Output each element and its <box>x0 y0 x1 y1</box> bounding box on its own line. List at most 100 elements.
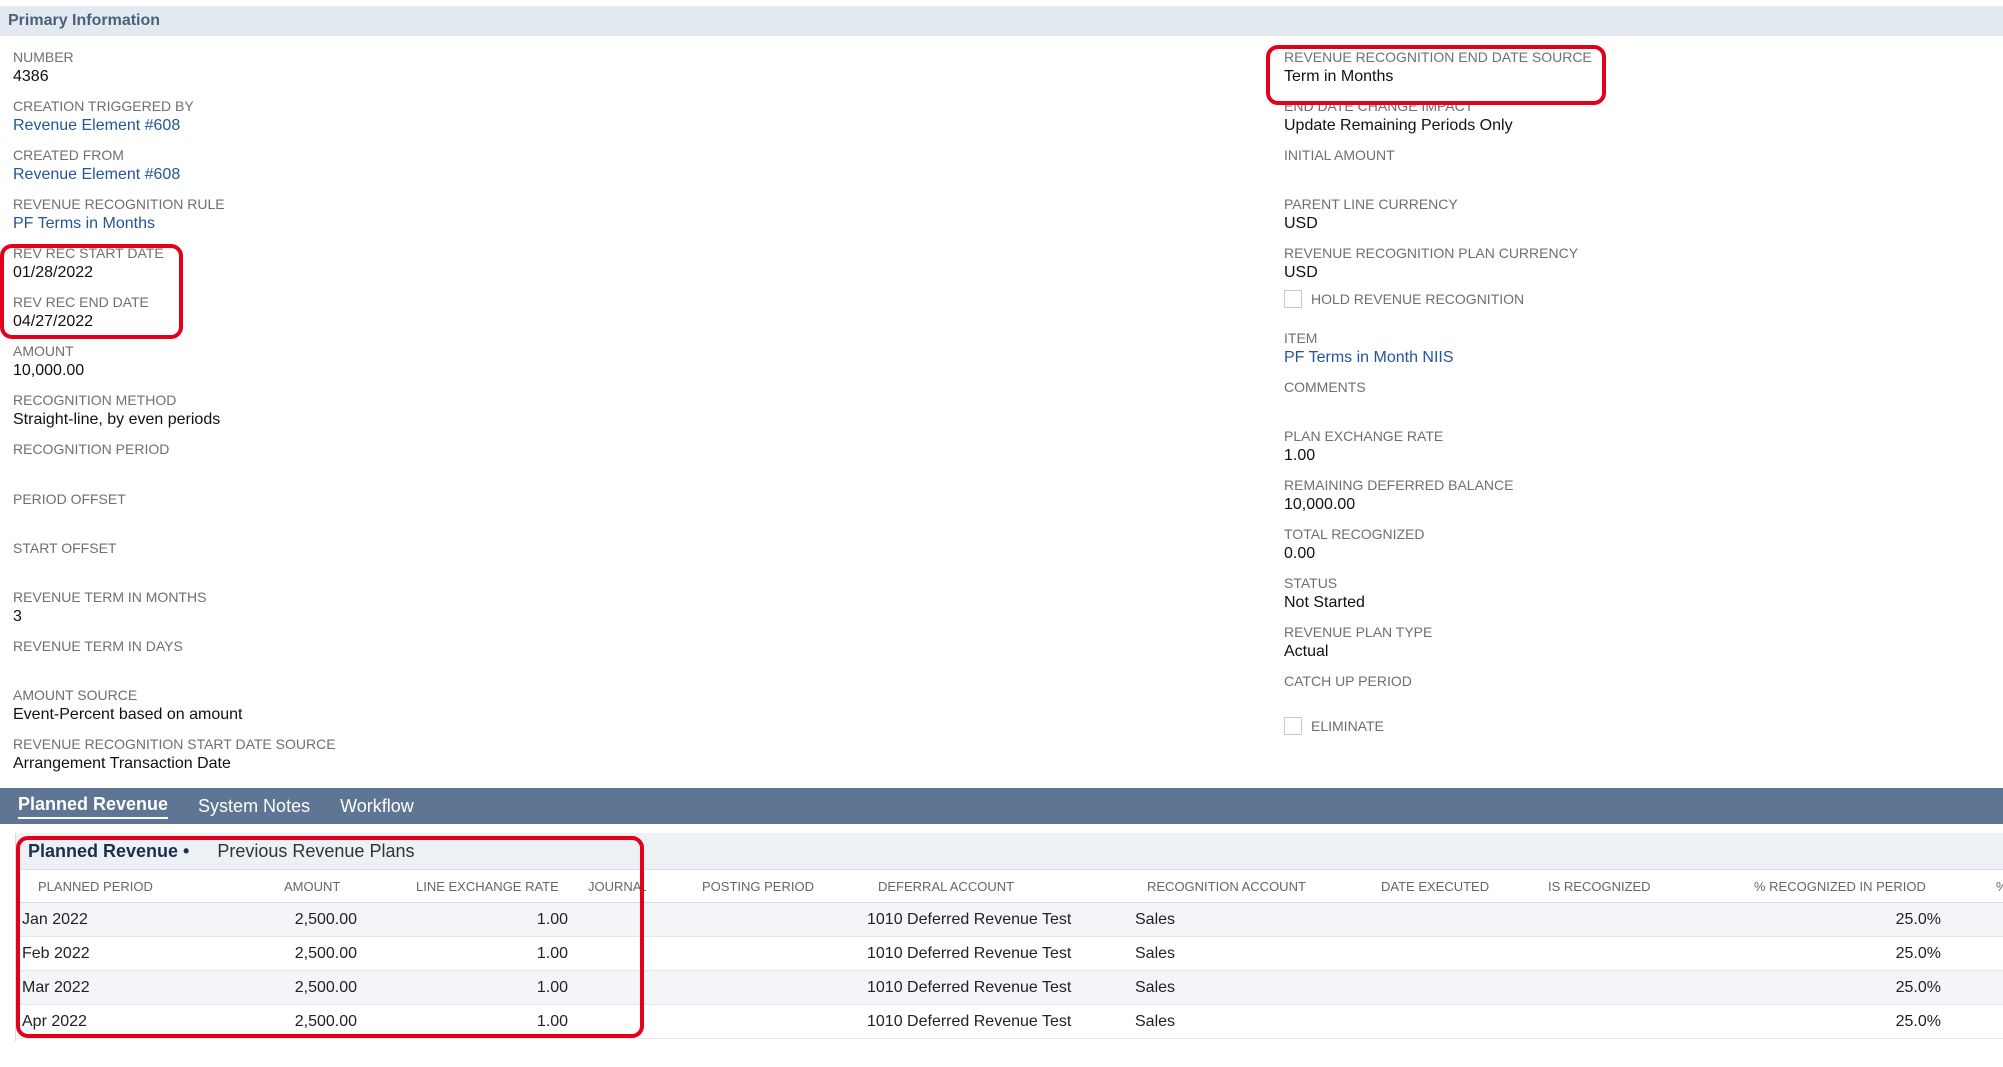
cell-date-executed <box>1381 937 1511 971</box>
field-start-offset: START OFFSET <box>13 539 116 557</box>
cell-percent-recognized: 25.0% <box>1895 911 1941 928</box>
field-value: Event-Percent based on amount <box>13 706 243 723</box>
column-header-deferral-account[interactable]: DEFERRAL ACCOUNT <box>878 870 1058 904</box>
field-amount: AMOUNT 10,000.00 <box>13 342 84 382</box>
cell-is-recognized <box>1548 1005 1678 1039</box>
field-value: Arrangement Transaction Date <box>13 755 231 772</box>
field-label: STATUS <box>1284 575 1338 591</box>
column-header-is-recognized[interactable]: IS RECOGNIZED <box>1548 870 1678 904</box>
cell-amount: 2,500.00 <box>294 1013 357 1030</box>
revenue-element-link[interactable]: Revenue Element #608 <box>13 164 180 186</box>
field-revenue-recognition-end-date-source: REVENUE RECOGNITION END DATE SOURCE Term… <box>1284 48 1592 88</box>
cell-percent <box>1996 937 2003 971</box>
cell-posting-period <box>702 903 842 937</box>
field-revenue-plan-type: REVENUE PLAN TYPE Actual <box>1284 623 1432 663</box>
column-header-date-executed[interactable]: DATE EXECUTED <box>1381 870 1511 904</box>
hold-revenue-recognition-checkbox-row: HOLD REVENUE RECOGNITION <box>1284 290 1524 308</box>
field-label: REVENUE TERM IN MONTHS <box>13 589 207 605</box>
field-status: STATUS Not Started <box>1284 574 1365 614</box>
cell-is-recognized <box>1548 937 1678 971</box>
field-end-date-change-impact: END DATE CHANGE IMPACT Update Remaining … <box>1284 97 1513 137</box>
field-label: CATCH UP PERIOD <box>1284 673 1412 689</box>
field-revenue-recognition-rule: REVENUE RECOGNITION RULE PF Terms in Mon… <box>13 195 225 235</box>
recognition-account-link[interactable]: Sales <box>1135 971 1235 1005</box>
field-value: 01/28/2022 <box>13 264 94 281</box>
field-comments: COMMENTS <box>1284 378 1366 396</box>
tab-planned-revenue[interactable]: Planned Revenue <box>18 794 169 819</box>
field-value: USD <box>1284 264 1318 281</box>
planned-revenue-panel: Planned Revenue • Previous Revenue Plans… <box>15 833 2003 1041</box>
field-amount-source: AMOUNT SOURCE Event-Percent based on amo… <box>13 686 242 726</box>
checkbox-label: HOLD REVENUE RECOGNITION <box>1311 291 1525 307</box>
recognition-account-link[interactable]: Sales <box>1135 937 1235 971</box>
hold-revenue-recognition-checkbox[interactable] <box>1284 290 1302 308</box>
table-row[interactable]: Apr 2022 2,500.00 1.00 1010 Deferred Rev… <box>16 1005 2003 1039</box>
cell-percent <box>1996 1005 2003 1039</box>
cell-posting-period <box>702 937 842 971</box>
field-label: INITIAL AMOUNT <box>1284 147 1395 163</box>
field-revenue-term-in-days: REVENUE TERM IN DAYS <box>13 637 183 655</box>
cell-journal <box>588 971 688 1005</box>
revenue-element-link[interactable]: Revenue Element #608 <box>13 115 194 137</box>
inner-tabs: Planned Revenue • Previous Revenue Plans <box>16 833 2003 869</box>
tab-system-notes[interactable]: System Notes <box>198 796 310 817</box>
field-revenue-term-in-months: REVENUE TERM IN MONTHS 3 <box>13 588 206 628</box>
field-label: START OFFSET <box>13 540 117 556</box>
deferral-account-link[interactable]: 1010 Deferred Revenue Test <box>867 971 1127 1005</box>
item-link[interactable]: PF Terms in Month NIIS <box>1284 347 1454 369</box>
deferral-account-link[interactable]: 1010 Deferred Revenue Test <box>867 937 1127 971</box>
column-header-percent-recognized-in-period[interactable]: % RECOGNIZED IN PERIOD <box>1754 870 1934 904</box>
cell-percent <box>1996 903 2003 937</box>
table-row[interactable]: Jan 2022 2,500.00 1.00 1010 Deferred Rev… <box>16 903 2003 937</box>
column-header-recognition-account[interactable]: RECOGNITION ACCOUNT <box>1147 870 1327 904</box>
table-row[interactable]: Mar 2022 2,500.00 1.00 1010 Deferred Rev… <box>16 971 2003 1005</box>
subtabs-bar: Planned Revenue System Notes Workflow <box>0 788 2003 824</box>
field-value: Straight-line, by even periods <box>13 411 221 428</box>
field-label: CREATED FROM <box>13 147 124 163</box>
revenue-recognition-rule-link[interactable]: PF Terms in Months <box>13 213 225 235</box>
field-label: AMOUNT SOURCE <box>13 687 138 703</box>
column-header-planned-period[interactable]: PLANNED PERIOD <box>38 870 238 904</box>
field-value: 10,000.00 <box>1284 496 1356 513</box>
tab-previous-revenue-plans[interactable]: Previous Revenue Plans <box>217 841 414 862</box>
cell-percent-recognized: 25.0% <box>1895 979 1941 996</box>
field-total-recognized: TOTAL RECOGNIZED 0.00 <box>1284 525 1425 565</box>
recognition-account-link[interactable]: Sales <box>1135 903 1235 937</box>
field-value: 3 <box>13 608 22 625</box>
field-creation-triggered-by: CREATION TRIGGERED BY Revenue Element #6… <box>13 97 194 137</box>
cell-is-recognized <box>1548 971 1678 1005</box>
tab-planned-revenue-inner[interactable]: Planned Revenue • <box>28 841 189 862</box>
tab-workflow[interactable]: Workflow <box>340 796 414 817</box>
field-recognition-method: RECOGNITION METHOD Straight-line, by eve… <box>13 391 220 431</box>
checkbox-label: ELIMINATE <box>1311 718 1384 734</box>
field-revenue-recognition-start-date-source: REVENUE RECOGNITION START DATE SOURCE Ar… <box>13 735 336 775</box>
field-label: RECOGNITION METHOD <box>13 392 177 408</box>
eliminate-checkbox[interactable] <box>1284 717 1302 735</box>
field-label: NUMBER <box>13 49 74 65</box>
field-value: Term in Months <box>1284 68 1394 85</box>
column-header-posting-period[interactable]: POSTING PERIOD <box>702 870 842 904</box>
column-header-amount[interactable]: AMOUNT <box>284 870 364 904</box>
table-header: PLANNED PERIOD AMOUNT LINE EXCHANGE RATE… <box>16 869 2003 903</box>
column-header-journal[interactable]: JOURNAL <box>588 870 646 904</box>
field-label: END DATE CHANGE IMPACT <box>1284 98 1474 114</box>
field-created-from: CREATED FROM Revenue Element #608 <box>13 146 180 186</box>
cell-date-executed <box>1381 1005 1511 1039</box>
deferral-account-link[interactable]: 1010 Deferred Revenue Test <box>867 903 1127 937</box>
field-label: REVENUE RECOGNITION RULE <box>13 196 225 212</box>
cell-journal <box>588 903 688 937</box>
field-item: ITEM PF Terms in Month NIIS <box>1284 329 1454 369</box>
field-label: REVENUE RECOGNITION START DATE SOURCE <box>13 736 336 752</box>
field-label: REMAINING DEFERRED BALANCE <box>1284 477 1514 493</box>
column-header-line-exchange-rate[interactable]: LINE EXCHANGE RATE <box>416 870 576 904</box>
recognition-account-link[interactable]: Sales <box>1135 1005 1235 1039</box>
eliminate-checkbox-row: ELIMINATE <box>1284 717 1384 735</box>
deferral-account-link[interactable]: 1010 Deferred Revenue Test <box>867 1005 1127 1039</box>
table-row[interactable]: Feb 2022 2,500.00 1.00 1010 Deferred Rev… <box>16 937 2003 971</box>
field-value: Not Started <box>1284 594 1365 611</box>
cell-planned-period: Feb 2022 <box>22 945 90 962</box>
cell-line-exchange-rate: 1.00 <box>536 945 568 962</box>
cell-planned-period: Mar 2022 <box>22 979 90 996</box>
column-header-percent[interactable]: % <box>1996 870 2003 904</box>
cell-journal <box>588 937 688 971</box>
